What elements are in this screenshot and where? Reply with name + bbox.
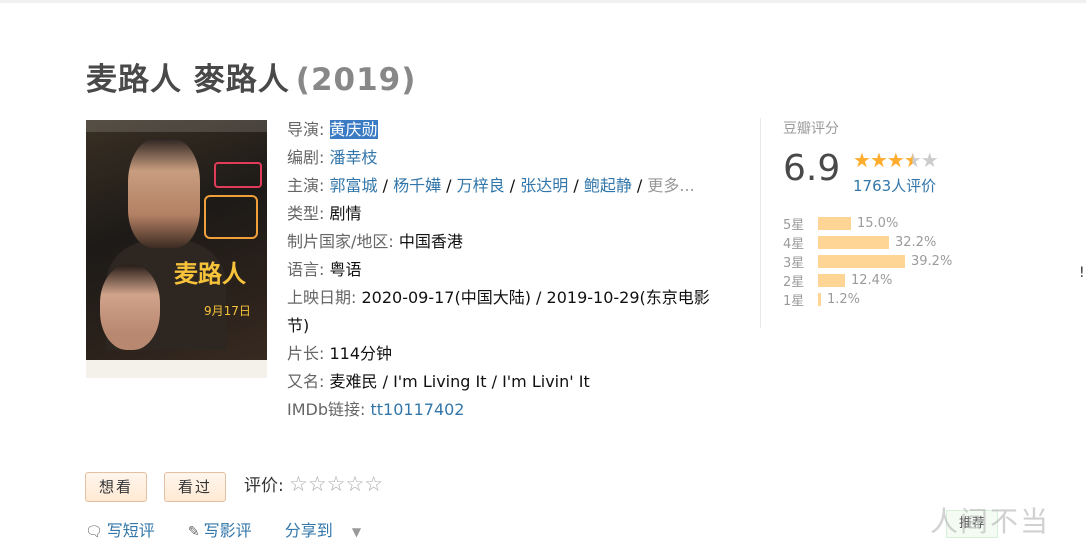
- country-row: 制片国家/地区: 中国香港: [287, 232, 463, 251]
- poster-title: 麦路人: [174, 260, 246, 288]
- cast-link[interactable]: 万梓良: [457, 176, 505, 195]
- watched-button[interactable]: 看过: [164, 472, 227, 502]
- rating-bar: [818, 293, 821, 306]
- movie-year: (2019): [295, 62, 417, 98]
- cast-link[interactable]: 郭富城: [330, 176, 378, 195]
- rating-bar: [818, 217, 851, 230]
- write-review-link[interactable]: ✎ 写影评: [188, 521, 266, 540]
- country-value: 中国香港: [398, 232, 463, 251]
- edge-glyph: !: [1079, 265, 1085, 281]
- share-link[interactable]: 分享到 ▼: [285, 521, 375, 540]
- star-icon: ★: [853, 148, 871, 172]
- watermark: 人间不当: [930, 505, 1051, 538]
- rating-bar-row: 1星 1.2%: [783, 292, 861, 309]
- language-row: 语言: 粤语: [287, 260, 362, 279]
- imdb-link[interactable]: tt10117402: [371, 400, 465, 419]
- star-icon: ★: [869, 148, 888, 172]
- rating-score: 6.9: [783, 148, 841, 189]
- want-to-watch-button[interactable]: 想看: [85, 472, 148, 502]
- rating-bar: [818, 274, 845, 287]
- poster-man: [128, 138, 200, 248]
- rating-bar-row: 4星 32.2%: [783, 235, 937, 252]
- writer-row: 编剧: 潘幸枝: [287, 148, 378, 167]
- release-row: 上映日期: 2020-09-17(中国大陆) / 2019-10-29(东京电影…: [287, 288, 710, 335]
- caret-down-icon: ▼: [351, 525, 362, 539]
- genre-row: 类型: 剧情: [287, 204, 362, 223]
- rating-count-link[interactable]: 1763人评价: [853, 175, 936, 196]
- movie-info: 导演: 黄庆勋 编剧: 潘幸枝 主演: 郭富城 / 杨千嬅 / 万梓良 / 张达…: [287, 116, 727, 424]
- director-link[interactable]: 黄庆勋: [329, 120, 378, 139]
- rating-bars: 5星 15.0% 4星 32.2% 3星 39.2% 2星 12.4% 1星 1.2%: [783, 214, 952, 309]
- write-short-review-link[interactable]: 🗨 写短评: [85, 521, 169, 540]
- star-icon: ★: [920, 148, 939, 172]
- aka-value: 麦难民 / I'm Living It / I'm Livin' It: [329, 372, 590, 391]
- star-icon: ★: [886, 148, 905, 172]
- rate-stars-input[interactable]: ☆☆☆☆☆: [289, 470, 383, 498]
- poster-date: 9月17日: [204, 304, 251, 318]
- genre-value: 剧情: [329, 204, 362, 223]
- cast-link[interactable]: 张达明: [520, 176, 568, 195]
- cast-more-link[interactable]: 更多...: [647, 176, 694, 195]
- cast-link[interactable]: 鲍起静: [584, 176, 632, 195]
- half-star-icon: ★: [903, 148, 922, 172]
- aka-row: 又名: 麦难民 / I'm Living It / I'm Livin' It: [287, 372, 590, 391]
- movie-title: 麦路人 麥路人 (2019): [86, 54, 416, 99]
- runtime-row: 片长: 114分钟: [287, 344, 393, 363]
- comment-icon: 🗨: [85, 524, 103, 540]
- poster-woman: [100, 265, 160, 350]
- action-links: 🗨 写短评 ✎ 写影评 分享到 ▼: [85, 517, 389, 541]
- neon-sign: [214, 162, 262, 188]
- runtime-value: 114分钟: [329, 344, 393, 363]
- writer-link[interactable]: 潘幸枝: [330, 148, 378, 167]
- rating-stars: ★★★★★: [853, 148, 939, 172]
- rating-bar: [818, 236, 889, 249]
- pencil-icon: ✎: [187, 524, 200, 540]
- rating-bar-row: 5星 15.0%: [783, 216, 899, 233]
- director-row: 导演: 黄庆勋: [287, 120, 378, 139]
- rating-label: 豆瓣评分: [783, 121, 839, 137]
- imdb-row: IMDb链接: tt10117402: [287, 400, 465, 419]
- rate-label: 评价:: [244, 476, 284, 496]
- movie-poster[interactable]: 麦路人 9月17日: [86, 120, 267, 378]
- rating-panel: 豆瓣评分 6.9 ★★★★★ 1763人评价 5星 15.0% 4星 32.2% 3…: [760, 118, 990, 328]
- top-divider: [0, 0, 1086, 3]
- language-value: 粤语: [329, 260, 362, 279]
- rating-bar: [818, 255, 905, 268]
- movie-title-text: 麦路人 麥路人: [86, 62, 290, 98]
- cast-link[interactable]: 杨千嬅: [393, 176, 441, 195]
- rating-bar-row: 3星 39.2%: [783, 254, 953, 271]
- rating-bar-row: 2星 12.4%: [783, 273, 893, 290]
- neon-sign: [204, 195, 258, 239]
- cast-row: 主演: 郭富城 / 杨千嬅 / 万梓良 / 张达明 / 鲍起静 / 更多...: [287, 176, 695, 195]
